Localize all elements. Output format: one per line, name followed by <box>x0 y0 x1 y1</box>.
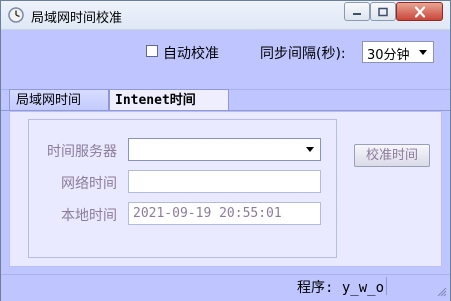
chevron-down-icon <box>306 147 314 152</box>
app-window: 局域网时间校准 自动校准 同步间隔(秒): 30分钟 局域网时间 Intenet… <box>0 0 451 301</box>
local-time-value: 2021-09-19 20:55:01 <box>133 206 282 221</box>
resize-grip-icon[interactable] <box>437 287 447 297</box>
minimize-button[interactable] <box>344 2 370 21</box>
sync-time-button[interactable]: 校准时间 <box>354 144 430 167</box>
time-server-label: 时间服务器 <box>47 144 117 160</box>
local-time-label: 本地时间 <box>61 208 117 224</box>
close-button[interactable] <box>396 2 443 21</box>
chevron-down-icon <box>419 50 427 55</box>
close-icon <box>414 6 425 17</box>
status-program-text: 程序: y_w_o <box>297 280 385 296</box>
maximize-icon <box>378 7 388 16</box>
local-time-field[interactable]: 2021-09-19 20:55:01 <box>128 202 321 225</box>
time-server-select[interactable] <box>128 138 321 161</box>
maximize-button[interactable] <box>370 2 396 21</box>
auto-sync-label[interactable]: 自动校准 <box>163 43 219 63</box>
title-bar[interactable]: 局域网时间校准 <box>1 1 450 30</box>
tab-lan-time[interactable]: 局域网时间 <box>9 89 109 110</box>
network-time-label: 网络时间 <box>61 176 117 192</box>
status-divider <box>386 277 387 295</box>
window-title: 局域网时间校准 <box>31 11 123 26</box>
minimize-icon <box>353 12 361 15</box>
tab-strip: 局域网时间 Intenet时间 <box>1 89 450 111</box>
auto-sync-checkbox[interactable] <box>146 45 158 57</box>
tab-internet-time[interactable]: Intenet时间 <box>109 89 229 110</box>
clock-app-icon <box>8 7 24 23</box>
sync-interval-select[interactable]: 30分钟 <box>362 41 434 63</box>
sync-interval-value: 30分钟 <box>367 48 410 63</box>
sync-interval-label: 同步间隔(秒): <box>260 46 346 62</box>
network-time-field[interactable] <box>128 170 321 193</box>
